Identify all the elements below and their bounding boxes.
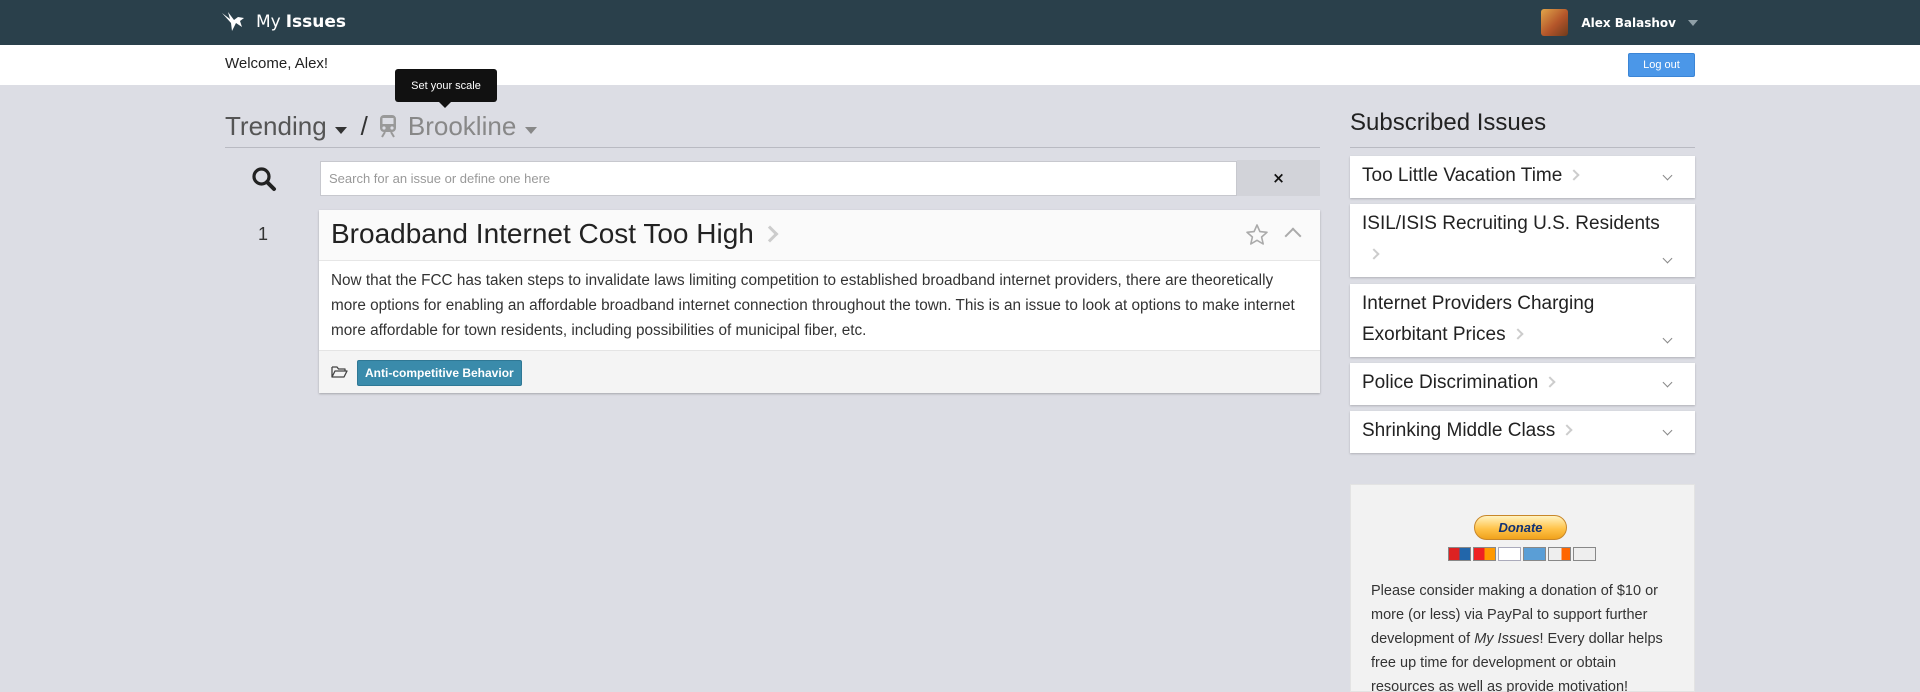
divider xyxy=(1350,147,1695,148)
caret-down-icon[interactable] xyxy=(334,126,347,134)
subscribed-issue-label: Internet Providers Charging Exorbitant P… xyxy=(1362,293,1595,345)
bank-icon xyxy=(1573,547,1596,561)
donate-message: Please consider making a donation of $10… xyxy=(1371,583,1663,692)
issue-card-footer: Anti-competitive Behavior xyxy=(319,350,1320,393)
subscribed-issue-item[interactable]: Internet Providers Charging Exorbitant P… xyxy=(1350,284,1695,357)
subscribed-issue-item[interactable]: Shrinking Middle Class xyxy=(1350,411,1695,453)
scope-selector: Trending / Brookline xyxy=(225,108,538,144)
chevron-right-icon xyxy=(1544,376,1557,388)
subscribed-issue-label: ISIL/ISIS Recruiting U.S. Residents xyxy=(1362,213,1660,234)
user-name: Alex Balashov xyxy=(1581,15,1676,30)
chevron-down-icon[interactable] xyxy=(1662,377,1673,388)
issue-description: Now that the FCC has taken steps to inva… xyxy=(331,272,1295,339)
brand-issues: Issues xyxy=(285,12,347,32)
chevron-down-icon[interactable] xyxy=(1662,333,1673,344)
subscribed-issue-item[interactable]: Too Little Vacation Time xyxy=(1350,156,1695,198)
chevron-down-icon[interactable] xyxy=(1662,170,1673,181)
payment-card-icons xyxy=(1448,547,1596,561)
bird-logo-icon xyxy=(222,12,244,31)
chevron-down-icon[interactable] xyxy=(1662,425,1673,436)
scope-separator: / xyxy=(360,110,368,141)
subscribed-issue-item[interactable]: Police Discrimination xyxy=(1350,363,1695,405)
search-input[interactable] xyxy=(320,161,1237,196)
issue-card: Broadband Internet Cost Too High Now tha… xyxy=(319,210,1320,393)
clear-search-button[interactable]: × xyxy=(1237,160,1320,196)
subscribed-issue-label: Shrinking Middle Class xyxy=(1362,420,1556,441)
folder-open-icon xyxy=(331,366,348,378)
issue-title: Broadband Internet Cost Too High xyxy=(331,218,754,249)
brand-link[interactable]: My Issues xyxy=(220,9,346,35)
visa-icon xyxy=(1498,547,1521,561)
mastercard-icon xyxy=(1473,547,1496,561)
caret-down-icon[interactable] xyxy=(525,126,538,134)
issue-card-header: Broadband Internet Cost Too High xyxy=(319,210,1320,261)
chevron-right-icon xyxy=(1368,248,1380,260)
star-icon[interactable] xyxy=(1245,223,1269,247)
subscribed-issues-heading: Subscribed Issues xyxy=(1350,109,1547,136)
subscribed-issue-label: Police Discrimination xyxy=(1362,372,1539,393)
train-icon xyxy=(379,115,396,138)
logout-button[interactable]: Log out xyxy=(1628,53,1695,77)
chevron-down-icon xyxy=(1688,19,1698,26)
trending-dropdown[interactable]: Trending xyxy=(225,111,327,142)
donate-panel: Donate Please consider making a donation… xyxy=(1350,484,1695,692)
subscribed-issue-item[interactable]: ISIL/ISIS Recruiting U.S. Residents xyxy=(1350,204,1695,277)
discover-icon xyxy=(1548,547,1571,561)
category-tag[interactable]: Anti-competitive Behavior xyxy=(357,360,522,386)
subscribed-issue-label: Too Little Vacation Time xyxy=(1362,165,1563,186)
issue-title-link[interactable]: Broadband Internet Cost Too High xyxy=(331,218,779,250)
welcome-text: Welcome, Alex! xyxy=(225,55,329,72)
divider xyxy=(225,147,1320,148)
chevron-down-icon[interactable] xyxy=(1662,253,1673,264)
chevron-right-icon xyxy=(1511,328,1524,340)
town-dropdown[interactable]: Brookline xyxy=(408,111,516,142)
chevron-right-icon xyxy=(761,225,779,243)
top-navbar: My Issues Alex Balashov xyxy=(0,0,1920,45)
user-menu[interactable]: Alex Balashov xyxy=(1541,9,1698,36)
maestro-icon xyxy=(1448,547,1471,561)
search-icon[interactable] xyxy=(251,166,277,192)
chevron-right-icon xyxy=(1568,169,1580,181)
paypal-donate-button[interactable]: Donate xyxy=(1474,515,1567,540)
brand-my: My xyxy=(256,12,281,32)
chevron-right-icon xyxy=(1561,424,1573,436)
avatar xyxy=(1541,9,1569,36)
amex-icon xyxy=(1523,547,1546,561)
collapse-chevron-up-icon[interactable] xyxy=(1284,227,1302,245)
issue-rank: 1 xyxy=(258,224,269,244)
scale-tooltip: Set your scale xyxy=(395,69,497,108)
